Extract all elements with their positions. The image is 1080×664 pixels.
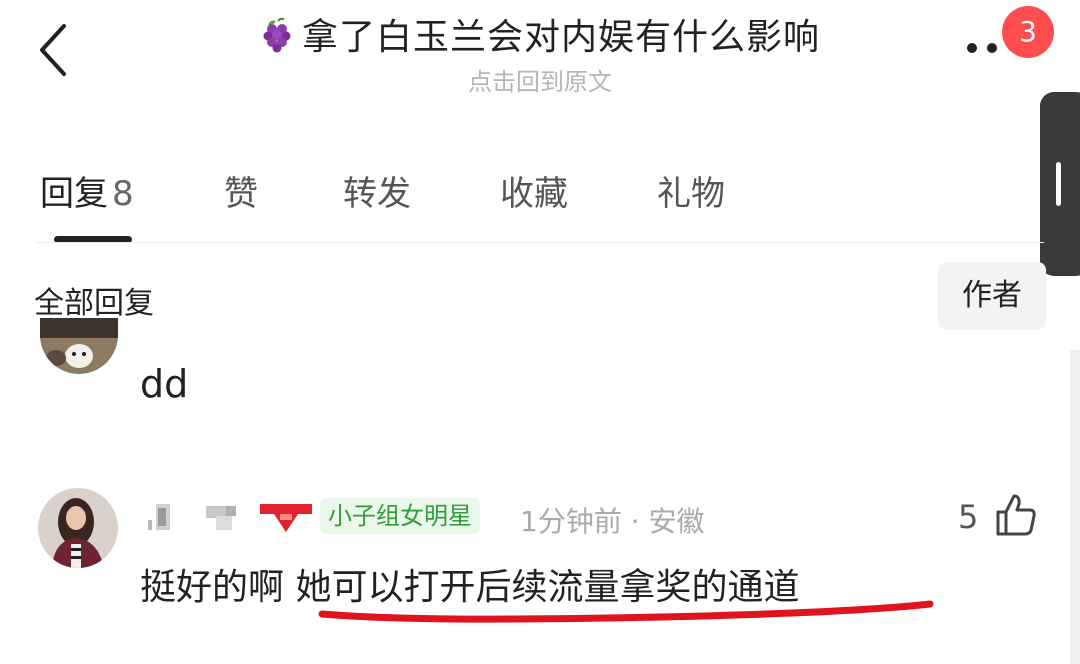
tab-reposts[interactable]: 转发	[343, 166, 411, 215]
scroll-grip	[1056, 162, 1061, 206]
tab-favorites[interactable]: 收藏	[500, 166, 568, 215]
back-to-original-link[interactable]: 点击回到原文	[0, 62, 1080, 97]
more-options-icon[interactable]	[966, 40, 1006, 56]
comment-text: dd	[140, 362, 189, 406]
right-edge-strip	[1070, 350, 1080, 664]
tab-likes[interactable]: 赞	[224, 166, 258, 215]
avatar[interactable]	[40, 318, 118, 374]
red-annotation-underline	[318, 600, 934, 623]
grape-emoji-icon	[263, 17, 291, 53]
comment-text-plain: 挺好的啊	[140, 567, 296, 608]
comment-meta: 1分钟前 · 安徽	[520, 500, 705, 540]
tabs-divider	[36, 242, 1044, 243]
username-pixelated[interactable]	[146, 500, 256, 534]
comment-location: 安徽	[648, 505, 705, 538]
comment-time: 1分钟前	[520, 505, 622, 538]
thumbs-up-icon[interactable]	[990, 490, 1040, 540]
like-count: 5	[958, 498, 979, 536]
notification-badge[interactable]: 3	[1002, 6, 1054, 58]
floating-scroll-handle[interactable]	[1040, 92, 1080, 276]
post-title[interactable]: 拿了白玉兰会对内娱有什么影响	[0, 8, 1080, 60]
tab-gifts[interactable]: 礼物	[657, 166, 725, 215]
post-title-text: 拿了白玉兰会对内娱有什么影响	[301, 17, 820, 58]
tab-replies-count: 8	[112, 174, 134, 214]
tab-replies-label: 回复	[40, 174, 108, 214]
all-replies-label[interactable]: 全部回复	[34, 278, 154, 322]
meta-separator: ·	[630, 505, 640, 538]
author-filter-button[interactable]: 作者	[938, 262, 1046, 330]
avatar[interactable]	[38, 488, 118, 568]
user-tag: 小子组女明星	[320, 498, 480, 534]
tab-replies[interactable]: 回复 8	[40, 166, 134, 215]
user-medal-icon	[260, 504, 312, 532]
